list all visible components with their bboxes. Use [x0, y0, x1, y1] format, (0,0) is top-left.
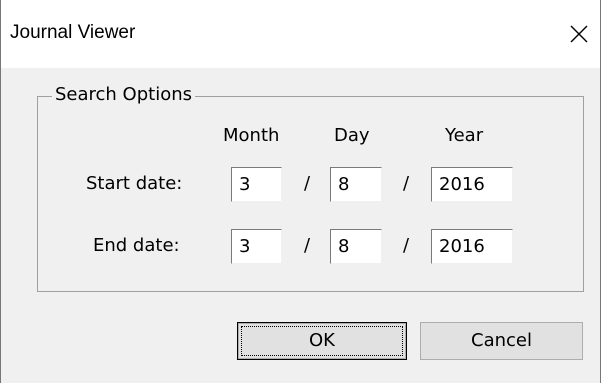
window-title: Journal Viewer: [10, 22, 136, 43]
month-header: Month: [223, 125, 280, 146]
day-header: Day: [334, 125, 370, 146]
ok-button[interactable]: OK: [237, 322, 407, 360]
start-month-input[interactable]: 3: [231, 167, 282, 202]
close-button[interactable]: [559, 14, 599, 54]
end-separator-2: /: [403, 235, 410, 256]
start-separator-2: /: [403, 173, 410, 194]
end-date-label: End date:: [93, 235, 180, 256]
start-year-input[interactable]: 2016: [431, 167, 513, 202]
dialog-window: Journal Viewer Search Options Month Day …: [0, 0, 601, 383]
start-date-label: Start date:: [86, 173, 183, 194]
start-day-input[interactable]: 8: [330, 167, 382, 202]
end-day-input[interactable]: 8: [330, 229, 382, 264]
cancel-button-label: Cancel: [471, 330, 532, 351]
end-year-input[interactable]: 2016: [431, 229, 513, 264]
end-month-input[interactable]: 3: [231, 229, 282, 264]
search-options-label: Search Options: [52, 84, 196, 106]
ok-button-label: OK: [309, 330, 335, 351]
title-bar[interactable]: Journal Viewer: [1, 0, 600, 68]
end-separator-1: /: [304, 235, 311, 256]
close-icon: [570, 25, 588, 43]
start-separator-1: /: [304, 173, 311, 194]
year-header: Year: [445, 125, 484, 146]
cancel-button[interactable]: Cancel: [420, 322, 583, 360]
